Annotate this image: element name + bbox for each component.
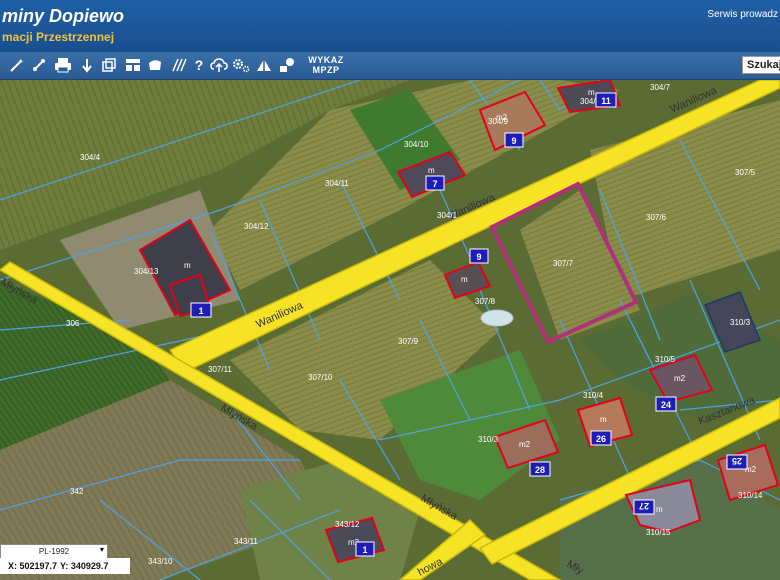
info-icon[interactable]	[278, 56, 296, 74]
parcel-label: 310/4	[583, 391, 604, 400]
wykaz-label: WYKAZ	[308, 55, 344, 65]
header-bar: miny Dopiewo macji Przestrzennej Serwis …	[0, 0, 780, 52]
parcel-label: 304/10	[404, 140, 429, 149]
upload-icon[interactable]	[210, 56, 228, 74]
svg-text:28: 28	[535, 465, 545, 475]
parcel-label: 310/3	[730, 318, 751, 327]
settings-icon[interactable]	[232, 56, 250, 74]
svg-text:11: 11	[601, 96, 611, 106]
building-label: m	[184, 261, 191, 270]
map-canvas[interactable]: Waniliowa Waniliowa Waniliowa Młyńska Mł…	[0, 80, 780, 580]
parcel-label: 307/9	[398, 337, 419, 346]
house-number-badge: 11	[595, 92, 617, 108]
hatch-icon[interactable]	[170, 56, 188, 74]
pan-icon[interactable]	[78, 56, 96, 74]
parcel-label: 307/5	[735, 168, 756, 177]
y-coordinate: Y: 340929.7	[60, 561, 109, 571]
chevron-down-icon[interactable]: ▾	[100, 545, 104, 554]
parcel-label: 304/4	[80, 153, 101, 162]
parcel-label: 307/10	[308, 373, 333, 382]
mpzp-label: MPZP	[312, 65, 340, 75]
parcel-label: 343/10	[148, 557, 173, 566]
help-icon[interactable]: ?	[190, 56, 208, 74]
house-number-badge: 9	[469, 248, 489, 264]
parcel-label: 304/1	[437, 211, 458, 220]
map-toolbar: ? WYKAZ MPZP Szukaj	[0, 52, 780, 80]
svg-text:?: ?	[195, 57, 204, 73]
svg-text:24: 24	[661, 400, 671, 410]
house-number-badge: 27	[633, 499, 655, 515]
svg-text:1: 1	[362, 545, 367, 555]
svg-text:27: 27	[639, 501, 649, 511]
building-label: m2	[674, 374, 686, 383]
house-number-badge: 28	[529, 461, 551, 477]
parcel-label: 304/12	[244, 222, 269, 231]
service-link[interactable]: Serwis prowadz	[707, 9, 778, 20]
pencil-icon[interactable]	[8, 56, 26, 74]
parcel-label: 310/15	[646, 528, 671, 537]
house-number-badge: 1	[190, 302, 212, 318]
parcel-label: 307/8	[475, 297, 496, 306]
coordinate-readout: X: 502197.7 Y: 340929.7	[0, 558, 130, 574]
app-subtitle: macji Przestrzennej	[2, 30, 115, 44]
svg-text:1: 1	[198, 306, 203, 316]
parcel-label: 310/14	[738, 491, 763, 500]
building-label: m	[656, 505, 663, 514]
measure-icon[interactable]	[30, 56, 48, 74]
search-input[interactable]: Szukaj	[742, 56, 780, 74]
house-number-badge: 26	[590, 430, 612, 446]
parcel-label: 342	[70, 487, 84, 496]
building-label: m	[588, 88, 595, 97]
app-title: miny Dopiewo	[2, 6, 125, 26]
layers-icon[interactable]	[100, 56, 118, 74]
house-number-badge: 24	[655, 396, 677, 412]
svg-text:25: 25	[732, 456, 742, 466]
building-label: m	[428, 166, 435, 175]
parcel-label: 307/6	[646, 213, 667, 222]
layout-icon[interactable]	[124, 56, 142, 74]
parcel-label: 304/11	[325, 179, 349, 188]
svg-text:9: 9	[511, 136, 516, 146]
parcel-label: 304/7	[650, 83, 671, 92]
pool	[480, 309, 514, 327]
svg-text:7: 7	[432, 179, 437, 189]
house-number-badge: 1	[355, 541, 375, 557]
wykaz-mpzp-button[interactable]: WYKAZ MPZP	[304, 55, 348, 75]
parcel-label: 306	[66, 319, 80, 328]
x-coordinate: X: 502197.7	[8, 561, 58, 571]
parcel-label: 343/12	[335, 520, 360, 529]
parcel-label: 310/5	[655, 355, 676, 364]
building-label: m	[461, 275, 468, 284]
terrain-icon[interactable]	[255, 56, 273, 74]
house-number-badge: 9	[504, 132, 524, 148]
house-number-badge: 7	[425, 175, 445, 191]
svg-text:9: 9	[476, 252, 481, 262]
map-view[interactable]: Waniliowa Waniliowa Waniliowa Młyńska Mł…	[0, 80, 780, 580]
house-number-badge: 25	[726, 454, 748, 470]
shape-icon[interactable]	[146, 56, 164, 74]
building-label: m2	[496, 113, 508, 122]
parcel-label: 307/7	[553, 259, 574, 268]
building-label: m	[600, 415, 607, 424]
parcel-label: 307/11	[208, 365, 232, 374]
svg-text:26: 26	[596, 434, 606, 444]
building-label: m2	[519, 440, 531, 449]
parcel-label: 304/13	[134, 267, 159, 276]
parcel-label: 310/3	[478, 435, 499, 444]
parcel-label: 343/11	[234, 537, 258, 546]
print-icon[interactable]	[54, 56, 72, 74]
